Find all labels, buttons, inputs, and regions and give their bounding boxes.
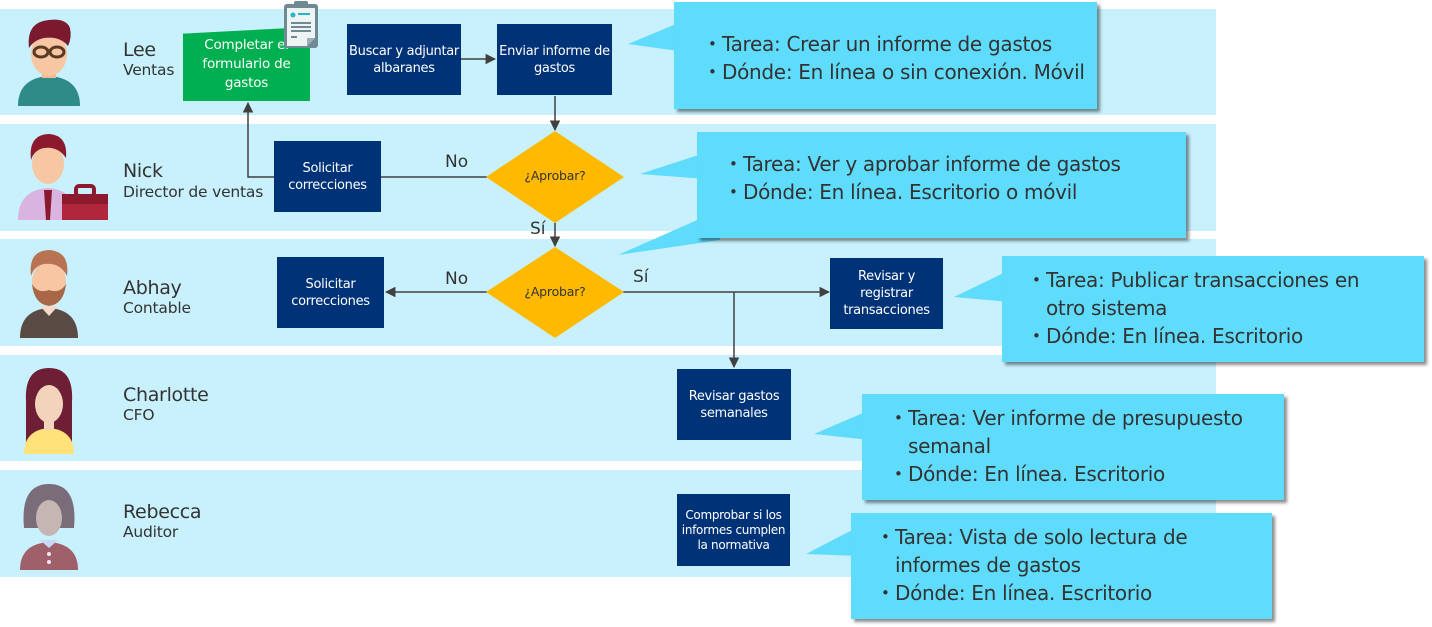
callout-nick: Tarea: Ver y aprobar informe de gastos D… <box>697 132 1186 238</box>
flow-label-nick-yes: Sí <box>530 219 546 239</box>
flow-label-nick-no: No <box>445 152 469 172</box>
decision-label-nick: ¿Aprobar? <box>524 168 586 183</box>
callout-line: Dónde: En línea. Escritorio o móvil <box>729 178 1186 206</box>
clipboard-form-icon <box>284 1 318 48</box>
callout-line: Dónde: En línea o sin conexión. Móvil <box>708 58 1097 86</box>
review-transactions-step[interactable]: Revisar y registrar transacciones <box>830 258 943 329</box>
decision-label-abhay: ¿Aprobar? <box>524 284 586 299</box>
callout-charlotte: Tarea: Ver informe de presupuesto semana… <box>862 394 1284 500</box>
check-compliance-step[interactable]: Comprobar si los informes cumplen la nor… <box>677 494 790 566</box>
lane-person-name: Nick <box>123 160 163 182</box>
lane-person-role: Auditor <box>123 523 179 541</box>
flow-label-abhay-yes: Sí <box>633 267 649 287</box>
lane-person-role: Ventas <box>123 61 175 79</box>
callout-line: Dónde: En línea. Escritorio <box>881 579 1232 607</box>
callout-line: Tarea: Vista de solo lectura de informes… <box>881 523 1232 579</box>
lane-person-role: CFO <box>123 406 155 424</box>
callout-line: Dónde: En línea. Escritorio <box>894 460 1264 488</box>
submit-report-step[interactable]: Enviar informe de gastos <box>497 24 612 95</box>
bearded-man-avatar-icon <box>20 250 78 338</box>
lane-person-role: Contable <box>123 299 191 317</box>
nick-request-corrections-step[interactable]: Solicitar correcciones <box>274 141 381 212</box>
lane-person-name: Lee <box>123 39 156 61</box>
woman-long-hair-avatar-icon <box>24 368 74 454</box>
review-weekly-step[interactable]: Revisar gastos semanales <box>677 369 791 440</box>
lane-person-name: Abhay <box>123 277 182 299</box>
lane-person-name: Rebecca <box>123 501 202 523</box>
callout-rebecca: Tarea: Vista de solo lectura de informes… <box>851 513 1272 619</box>
find-receipts-step[interactable]: Buscar y adjuntar albaranes <box>347 24 461 95</box>
man-glasses-avatar-icon <box>18 19 80 106</box>
callout-line: Tarea: Publicar transacciones en otro si… <box>1032 266 1364 322</box>
lane-person-name: Charlotte <box>123 384 209 406</box>
callout-abhay: Tarea: Publicar transacciones en otro si… <box>1002 256 1424 362</box>
callout-lee: Tarea: Crear un informe de gastos Dónde:… <box>674 2 1097 109</box>
flow-label-abhay-no: No <box>445 269 469 289</box>
callout-line: Tarea: Ver y aprobar informe de gastos <box>729 150 1186 178</box>
abhay-request-corrections-step[interactable]: Solicitar correcciones <box>277 257 384 328</box>
woman-bob-hair-avatar-icon <box>20 484 78 570</box>
man-briefcase-avatar-icon <box>18 134 108 220</box>
callout-line: Tarea: Ver informe de presupuesto semana… <box>894 404 1264 460</box>
lane-person-role: Director de ventas <box>123 183 264 201</box>
callout-line: Dónde: En línea. Escritorio <box>1032 322 1364 350</box>
callout-line: Tarea: Crear un informe de gastos <box>708 30 1097 58</box>
